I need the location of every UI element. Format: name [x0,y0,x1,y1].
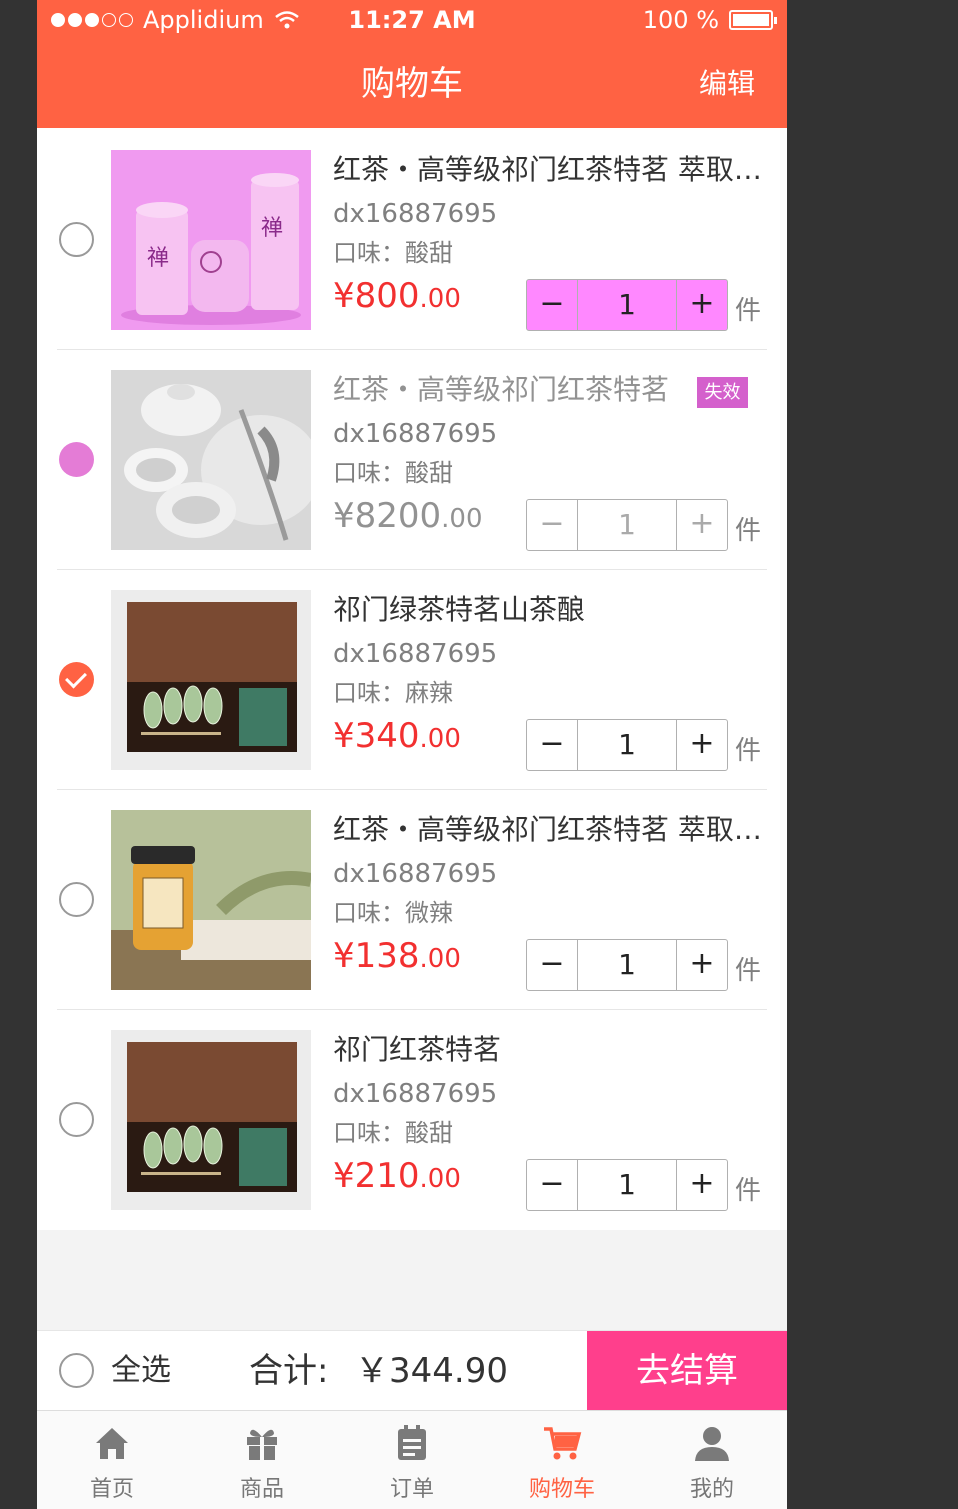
clipboard-icon [398,1425,426,1460]
tab-orders[interactable]: 订单 [337,1411,487,1509]
quantity-stepper: − 1 + [526,499,728,551]
product-image-leaf-gift-box[interactable] [111,1030,311,1210]
invalid-badge: 失效 [697,377,748,408]
tab-bar: 首页 商品 订单 购物车 我的 [37,1410,787,1509]
item-flavor: 口味：酸甜 [333,1119,453,1147]
tab-label: 购物车 [528,1477,595,1502]
tab-profile[interactable]: 我的 [637,1411,787,1509]
item-name[interactable]: 祁门红茶特茗 [333,1030,765,1070]
item-select-radio-disabled [59,442,94,477]
item-name[interactable]: 红茶・高等级祁门红茶特茗 萃取精华 [333,150,765,190]
tab-label: 首页 [89,1477,134,1502]
total-value: ￥344.90 [355,1351,508,1391]
quantity-stepper: − 1 + [526,719,728,771]
cart-item: 红茶・高等级祁门红茶特茗 萃取精华 dx16887695 口味：微辣 ¥138.… [37,790,787,1010]
item-select-radio-checked[interactable] [59,662,94,697]
decrease-button[interactable]: − [527,280,577,330]
price-decimal: .00 [441,504,483,534]
increase-button[interactable]: + [677,500,727,550]
checkout-button[interactable]: 去结算 [587,1331,787,1411]
product-image-honey-jar[interactable] [111,810,311,990]
user-icon [695,1427,729,1461]
quantity-value[interactable]: 1 [577,1160,677,1210]
item-flavor: 口味：酸甜 [333,239,453,267]
quantity-stepper: − 1 + [526,939,728,991]
unit-label: 件 [735,1176,762,1206]
cart-item: 祁门红茶特茗 dx16887695 口味：酸甜 ¥210.00 − 1 + 件 [37,1010,787,1230]
unit-label: 件 [735,736,762,766]
item-name[interactable]: 红茶・高等级祁门红茶特茗 萃取精华 [333,810,765,850]
svg-text:禅: 禅 [261,216,283,241]
price-decimal: .00 [419,724,461,754]
phone-screen: Applidium 11:27 AM 100 % 购物车 编辑 禅 禅 红茶・高… [37,0,787,1509]
battery-group: 100 % [642,6,777,34]
quantity-stepper: − 1 + [526,279,728,331]
total-label: 合计: [249,1351,329,1391]
price-integer: ¥800 [333,276,420,316]
nav-bar: 购物车 编辑 [37,40,787,128]
price-decimal: .00 [419,1164,461,1194]
item-code: dx16887695 [333,859,498,889]
item-code: dx16887695 [333,199,498,229]
status-bar: Applidium 11:27 AM 100 % [37,0,787,40]
item-code: dx16887695 [333,639,498,669]
item-flavor: 口味：酸甜 [333,459,453,487]
quantity-value[interactable]: 1 [577,720,677,770]
tab-products[interactable]: 商品 [187,1411,337,1509]
checkout-bar: 全选 合计: ￥344.90 去结算 [37,1330,787,1411]
price-integer: ¥8200 [333,496,442,536]
tab-home[interactable]: 首页 [37,1411,187,1509]
quantity-value[interactable]: 1 [577,940,677,990]
item-select-radio[interactable] [59,1102,94,1137]
cart-item-invalid: 红茶・高等级祁门红茶特茗 dx16887695 口味：酸甜 ¥8200.00 失… [37,350,787,570]
item-code: dx16887695 [333,1079,498,1109]
increase-button[interactable]: + [677,940,727,990]
item-name[interactable]: 祁门绿茶特茗山茶酿 [333,590,765,630]
page-title: 购物车 [361,64,463,104]
cart-item: 禅 禅 红茶・高等级祁门红茶特茗 萃取精华 dx16887695 口味：酸甜 ¥… [37,130,787,350]
select-all-radio[interactable] [59,1353,94,1388]
decrease-button[interactable]: − [527,940,577,990]
increase-button[interactable]: + [677,1160,727,1210]
list-footer-spacer [37,1230,787,1330]
product-image-grey-teapot[interactable] [111,370,311,550]
decrease-button[interactable]: − [527,720,577,770]
tab-label: 我的 [689,1477,734,1502]
item-flavor: 口味：麻辣 [333,679,453,707]
unit-label: 件 [735,956,762,986]
price-decimal: .00 [419,944,461,974]
edit-button[interactable]: 编辑 [699,40,755,128]
product-image-pink-tea-cans[interactable]: 禅 禅 [111,150,311,330]
select-all-label[interactable]: 全选 [111,1331,171,1411]
price-integer: ¥210 [333,1156,420,1196]
increase-button[interactable]: + [677,720,727,770]
product-image-leaf-gift-box[interactable] [111,590,311,770]
battery-level: 100 % [642,6,719,34]
item-code: dx16887695 [333,419,498,449]
battery-icon [729,10,777,30]
unit-label: 件 [735,516,762,546]
home-icon [96,1428,128,1459]
quantity-value[interactable]: 1 [577,280,677,330]
quantity-stepper: − 1 + [526,1159,728,1211]
item-flavor: 口味：微辣 [333,899,453,927]
tab-cart[interactable]: 购物车 [487,1411,637,1509]
decrease-button[interactable]: − [527,1160,577,1210]
tab-label: 订单 [389,1477,434,1502]
item-select-radio[interactable] [59,222,94,257]
decrease-button[interactable]: − [527,500,577,550]
quantity-value[interactable]: 1 [577,500,677,550]
item-select-radio[interactable] [59,882,94,917]
cart-item: 祁门绿茶特茗山茶酿 dx16887695 口味：麻辣 ¥340.00 − 1 +… [37,570,787,790]
svg-text:禅: 禅 [147,246,169,271]
price-integer: ¥340 [333,716,420,756]
price-decimal: .00 [419,284,461,314]
cart-icon [544,1427,582,1460]
tab-label: 商品 [239,1477,284,1502]
unit-label: 件 [735,296,762,326]
increase-button[interactable]: + [677,280,727,330]
gift-icon [247,1429,277,1460]
price-integer: ¥138 [333,936,420,976]
